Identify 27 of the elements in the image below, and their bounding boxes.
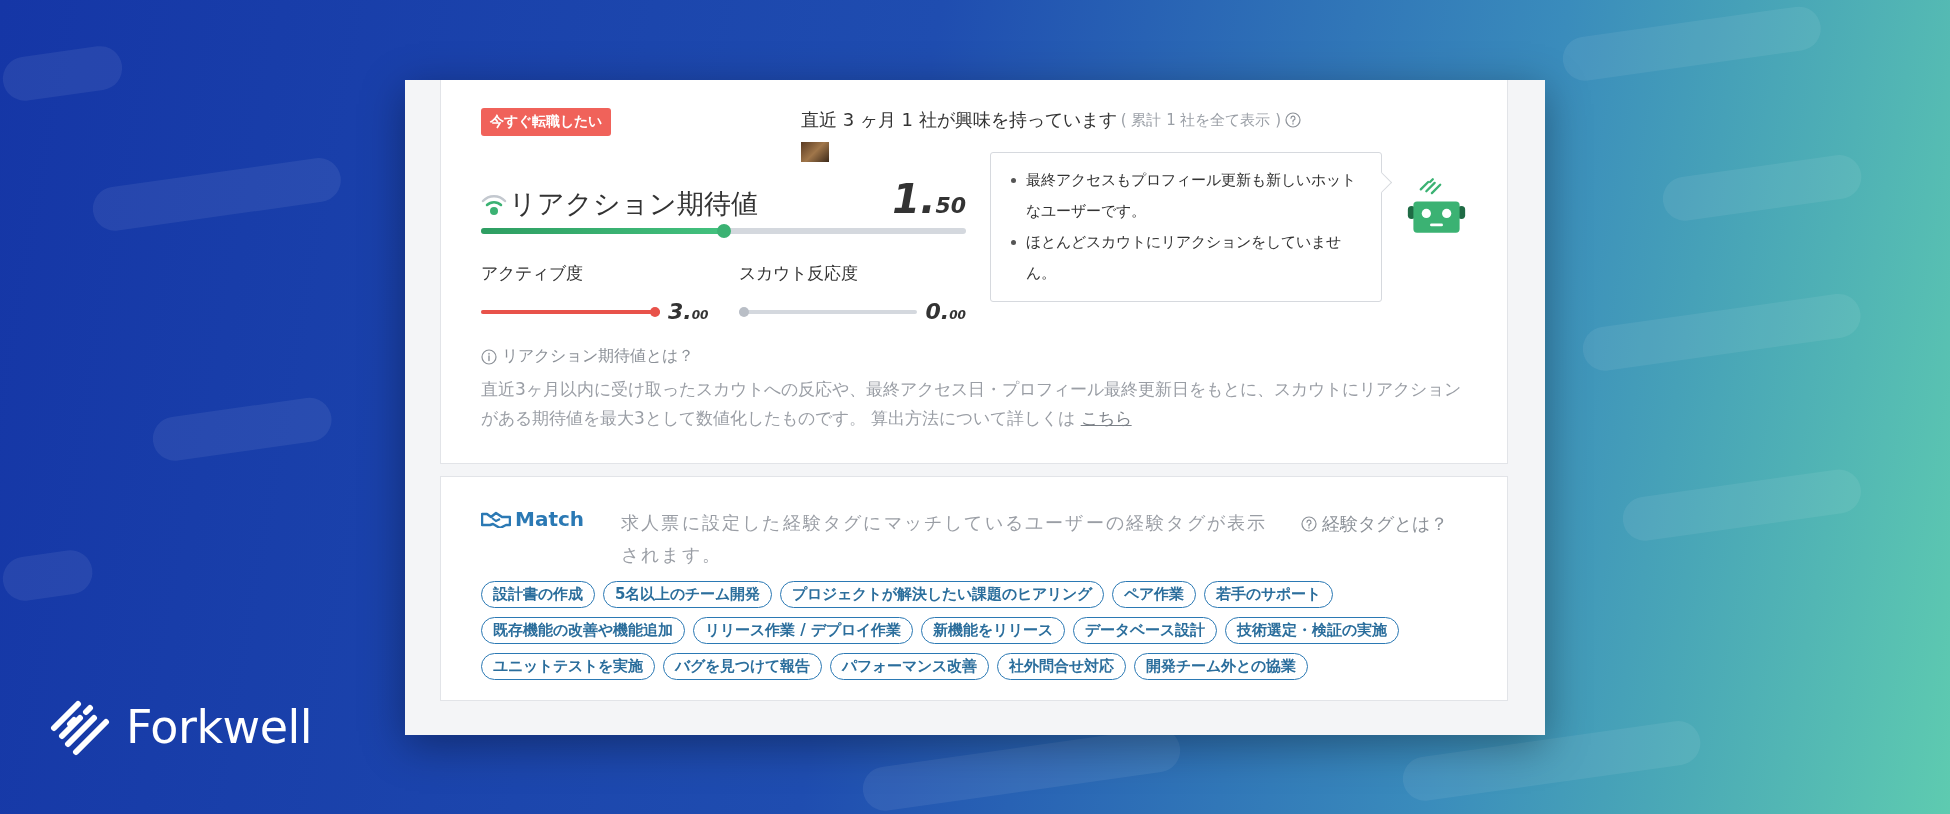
brand-name: Forkwell — [126, 700, 312, 754]
status-badge: 今すぐ転職したい — [481, 108, 611, 136]
score-label: アクティブ度 — [481, 262, 584, 285]
photo-placeholder — [801, 142, 829, 162]
help-title: リアクション期待値とは？ — [502, 346, 694, 367]
score-value: 3.00 — [668, 299, 709, 324]
info-icon — [481, 348, 497, 365]
match-label: Match — [515, 507, 585, 531]
comment-item: ほとんどスカウトにリアクションをしていません。 — [1026, 232, 1342, 284]
comment-item: 最終アクセスもプロフィール更新も新しいホットなユーザーです。 — [1026, 170, 1357, 222]
robot-icon — [1406, 176, 1467, 236]
score-label: スカウト反応度 — [738, 262, 859, 285]
handshake-icon — [481, 510, 511, 528]
help-icon — [1285, 112, 1302, 128]
reaction-score: 1.50 — [892, 176, 966, 222]
match-description: 求人票に設定した経験タグにマッチしているユーザーの経験タグが表示されます。 — [621, 511, 1269, 567]
wifi-icon — [481, 192, 507, 216]
help-icon — [1301, 516, 1317, 532]
bullet-icon — [1011, 178, 1016, 183]
tag-help-link[interactable]: 経験タグとは？ — [1322, 512, 1448, 536]
details-link[interactable]: こちら — [1080, 408, 1132, 428]
bullet-icon — [1011, 240, 1016, 245]
reaction-title: リアクション期待値 — [509, 187, 758, 221]
interest-text: 直近 3 ヶ月 1 社が興味を持っています — [801, 108, 1117, 132]
score-value: 0.00 — [925, 299, 966, 324]
help-description: 直近3ヶ月以内に受け取ったスカウトへの反応や、最終アクセス日・プロフィール最終更新日をもとに、スカウトにリアクションがある期待値を最大3として数値化したものです。 算出方法について詳しくは こちら — [481, 378, 1462, 430]
show-all-link[interactable]: ( 累計 1 社を全て表示 ) — [1120, 110, 1282, 130]
